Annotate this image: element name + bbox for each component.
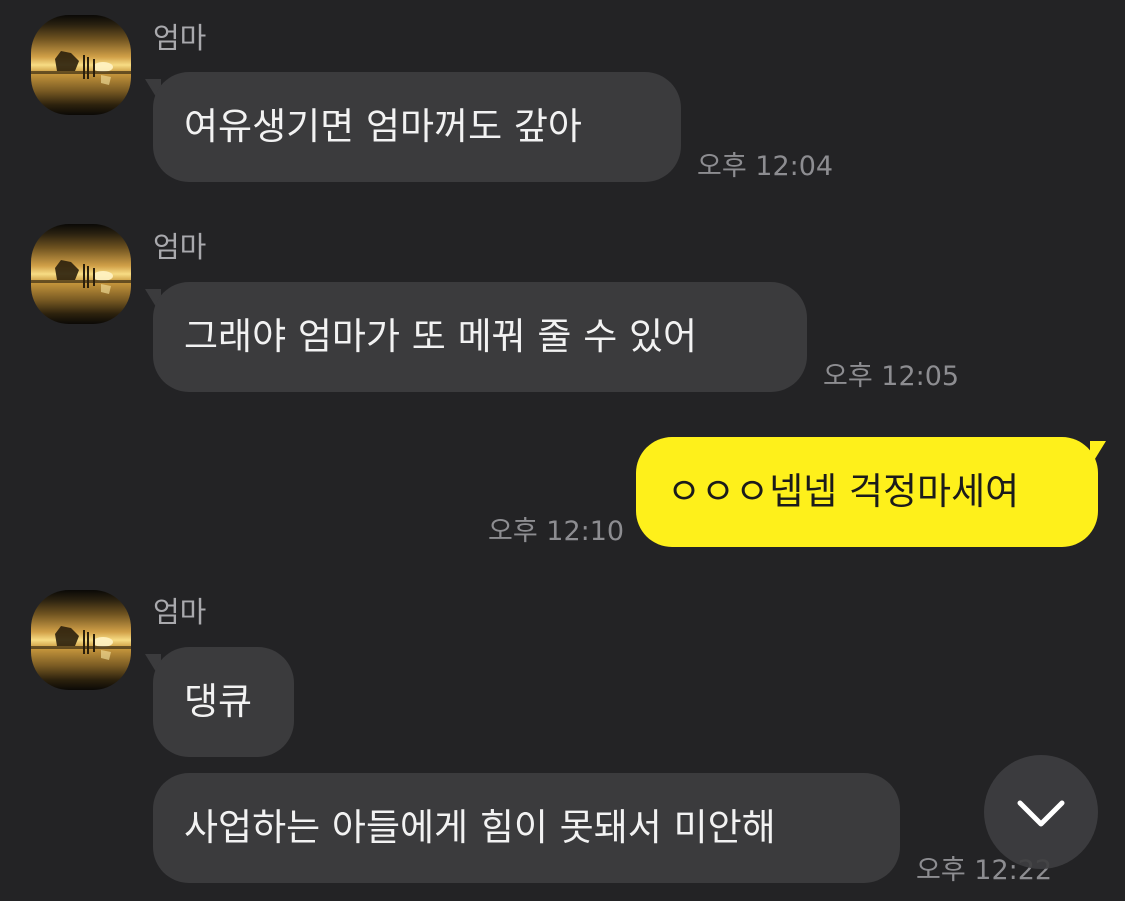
message-bubble-incoming[interactable]: 사업하는 아들에게 힘이 못돼서 미안해 — [153, 773, 900, 883]
sunset-photo — [31, 51, 131, 85]
message-bubble-incoming[interactable]: 댕큐 — [153, 647, 294, 757]
message-time: 오후 12:05 — [823, 361, 960, 392]
bubble-tail — [1090, 441, 1106, 467]
avatar[interactable] — [31, 590, 131, 690]
sunset-photo — [31, 260, 131, 294]
sender-name: 엄마 — [153, 595, 207, 629]
sunset-photo — [31, 626, 131, 660]
message-bubble-outgoing[interactable]: ㅇㅇㅇ넵넵 걱정마세여 — [636, 437, 1098, 547]
message-bubble-incoming[interactable]: 여유생기면 엄마꺼도 갚아 — [153, 72, 681, 182]
avatar[interactable] — [31, 15, 131, 115]
message-time: 오후 12:04 — [697, 151, 834, 182]
sender-name: 엄마 — [153, 230, 207, 264]
chevron-down-icon — [1017, 800, 1065, 827]
scroll-to-bottom-button[interactable] — [984, 755, 1098, 869]
sender-name: 엄마 — [153, 21, 207, 55]
message-time: 오후 12:10 — [488, 516, 625, 547]
avatar[interactable] — [31, 224, 131, 324]
message-bubble-incoming[interactable]: 그래야 엄마가 또 메꿔 줄 수 있어 — [153, 282, 807, 392]
